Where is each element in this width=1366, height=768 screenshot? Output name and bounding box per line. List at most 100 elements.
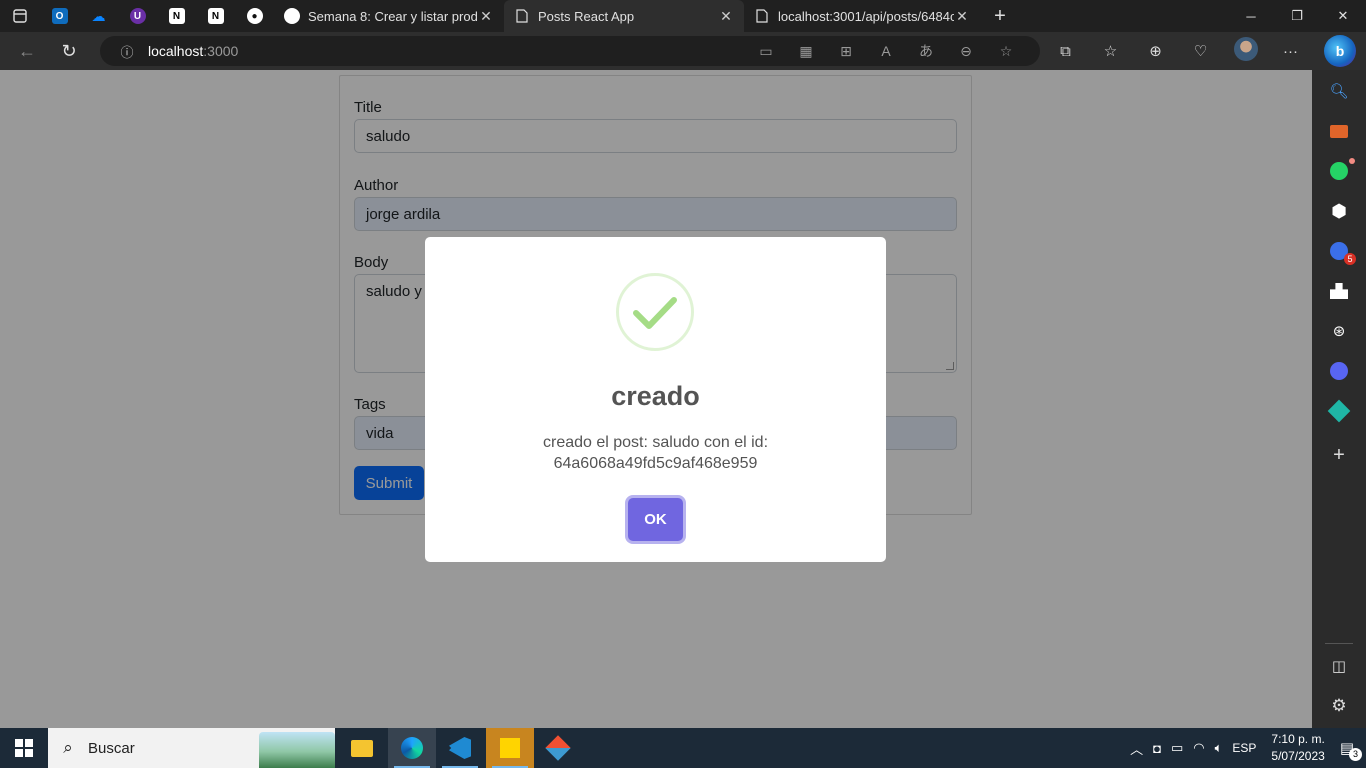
- search-highlight-image: [259, 732, 335, 768]
- windows-taskbar: ⌕ Buscar ︿ ◘ ▭ ◠ 🔈︎ ESP 7:10 p. m. 5/07/…: [0, 728, 1366, 768]
- extension-icon[interactable]: ⊞: [826, 43, 866, 60]
- messenger-icon[interactable]: 5: [1327, 239, 1356, 265]
- u-app-icon: U: [129, 8, 146, 24]
- vscode-app[interactable]: [436, 728, 484, 768]
- apps-icon[interactable]: ▦: [786, 43, 826, 60]
- close-icon[interactable]: ✕: [478, 8, 494, 25]
- system-tray: ︿ ◘ ▭ ◠ 🔈︎ ESP 7:10 p. m. 5/07/2023 ▤ 3: [1125, 728, 1366, 768]
- notification-count: 3: [1349, 748, 1362, 761]
- wifi-icon[interactable]: ◠: [1193, 740, 1204, 756]
- onedrive-icon: ☁: [91, 7, 106, 24]
- unsplash-icon[interactable]: [1327, 279, 1351, 303]
- sticky-notes-icon: [500, 738, 520, 758]
- sticky-notes-app[interactable]: [486, 728, 534, 768]
- pinned-tab-notion-2[interactable]: N: [196, 0, 235, 32]
- read-aloud-icon[interactable]: A: [866, 43, 906, 59]
- clock[interactable]: 7:10 p. m. 5/07/2023: [1271, 731, 1324, 765]
- window-controls: ─ ❐ ✕: [1228, 0, 1366, 32]
- close-icon[interactable]: ✕: [718, 8, 734, 25]
- chatgpt-icon[interactable]: ⊛: [1327, 319, 1351, 343]
- tab-title: Posts React App: [538, 8, 635, 24]
- workspaces-icon[interactable]: [0, 0, 40, 32]
- favorites-icon[interactable]: ☆: [1088, 42, 1133, 60]
- tab-title: Semana 8: Crear y listar producto: [308, 8, 478, 24]
- windows-logo-icon: [15, 739, 33, 757]
- clock-time: 7:10 p. m.: [1271, 732, 1325, 746]
- github-icon: ●: [246, 8, 263, 24]
- search-icon[interactable]: 🔍︎: [1327, 79, 1351, 103]
- volume-icon[interactable]: 🔈︎: [1215, 740, 1223, 756]
- battery-icon[interactable]: ▭: [1171, 740, 1183, 756]
- pinned-tab-github[interactable]: ●: [235, 0, 274, 32]
- edge-sidebar: 🔍︎ ⬢ 5 ⊛ + ◫ ⚙: [1312, 70, 1366, 728]
- more-menu-icon[interactable]: ···: [1268, 43, 1313, 60]
- tab-title: localhost:3001/api/posts/6484ca: [778, 8, 954, 24]
- github-icon: [284, 8, 300, 24]
- notion-icon: N: [207, 8, 224, 24]
- restore-button[interactable]: ❐: [1274, 0, 1320, 32]
- git-app[interactable]: [534, 728, 582, 768]
- translate-icon[interactable]: あ: [906, 41, 946, 61]
- codepen-icon[interactable]: ⬢: [1327, 199, 1351, 223]
- browser-toolbar: ← ↻ ⓘ localhost:3000 ▭ ▦ ⊞ A あ ⊖ ☆ ⧉ ☆ ⊕…: [0, 32, 1366, 70]
- tab-semana8[interactable]: Semana 8: Crear y listar producto ✕: [274, 0, 504, 32]
- new-tab-button[interactable]: +: [980, 0, 1020, 32]
- folder-icon: [351, 739, 373, 757]
- pinned-tab-notion-1[interactable]: N: [157, 0, 196, 32]
- extensions-icon[interactable]: ⧉: [1043, 43, 1088, 60]
- outlook-icon: O: [51, 8, 68, 24]
- vscode-icon: [449, 737, 471, 759]
- page-icon: [754, 8, 770, 24]
- hide-sidebar-icon[interactable]: ◫: [1327, 654, 1351, 678]
- search-text: Buscar: [88, 739, 135, 757]
- close-icon[interactable]: ✕: [954, 8, 970, 25]
- pinned-tab-onedrive[interactable]: ☁: [79, 0, 118, 32]
- collections-icon[interactable]: ⊕: [1133, 42, 1178, 60]
- taskbar-search[interactable]: ⌕ Buscar: [48, 728, 335, 768]
- discord-icon[interactable]: [1327, 359, 1351, 383]
- git-icon: [545, 735, 571, 761]
- favorite-star-icon[interactable]: ☆: [986, 43, 1026, 60]
- kite-icon[interactable]: [1327, 399, 1351, 423]
- tools-icon[interactable]: [1327, 119, 1351, 143]
- toolbar-icons: ⧉ ☆ ⊕ ♡ ···: [1043, 32, 1313, 70]
- add-icon[interactable]: +: [1327, 443, 1351, 467]
- profile-avatar[interactable]: [1223, 37, 1268, 65]
- app-available-icon[interactable]: ▭: [746, 43, 786, 60]
- dialog-message-line2: 64a6068a49fd5c9af468e959: [553, 455, 758, 472]
- file-explorer-app[interactable]: [338, 728, 386, 768]
- start-button[interactable]: [0, 728, 48, 768]
- success-icon: [616, 273, 694, 351]
- notification-center-icon[interactable]: ▤ 3: [1340, 739, 1362, 761]
- settings-icon[interactable]: ⚙: [1327, 694, 1351, 718]
- site-info-icon[interactable]: ⓘ: [112, 42, 142, 61]
- zoom-icon[interactable]: ⊖: [946, 43, 986, 60]
- chevron-up-icon[interactable]: ︿: [1130, 739, 1143, 758]
- address-bar[interactable]: ⓘ localhost:3000 ▭ ▦ ⊞ A あ ⊖ ☆: [100, 36, 1040, 66]
- search-icon: ⌕: [63, 738, 73, 757]
- language-indicator[interactable]: ESP: [1232, 741, 1256, 755]
- clock-date: 5/07/2023: [1271, 749, 1325, 763]
- page-icon: [514, 8, 530, 24]
- tab-posts-react-app[interactable]: Posts React App ✕: [504, 0, 744, 32]
- pinned-tab-u[interactable]: U: [118, 0, 157, 32]
- close-window-button[interactable]: ✕: [1320, 0, 1366, 32]
- tab-api-posts[interactable]: localhost:3001/api/posts/6484ca ✕: [744, 0, 980, 32]
- performance-icon[interactable]: ♡: [1178, 42, 1223, 60]
- notion-icon: N: [168, 8, 185, 24]
- success-dialog: creado creado el post: saludo con el id:…: [425, 237, 886, 562]
- bing-chat-icon[interactable]: b: [1324, 35, 1356, 67]
- edge-app[interactable]: [388, 728, 436, 768]
- back-button[interactable]: ←: [6, 32, 48, 70]
- tab-strip: O ☁ U N N ● Semana 8: Crear y listar pro…: [0, 0, 1366, 32]
- edge-icon: [401, 737, 423, 759]
- dialog-message: creado el post: saludo con el id: 64a606…: [485, 432, 826, 474]
- minimize-button[interactable]: ─: [1228, 0, 1274, 32]
- pinned-tab-outlook[interactable]: O: [40, 0, 79, 32]
- whatsapp-icon[interactable]: [1327, 158, 1355, 183]
- webcam-icon[interactable]: ◘: [1153, 741, 1161, 756]
- ok-button[interactable]: OK: [628, 498, 683, 541]
- refresh-button[interactable]: ↻: [48, 32, 90, 70]
- sidebar-divider: [1325, 643, 1353, 644]
- dialog-message-line1: creado el post: saludo con el id:: [542, 434, 769, 451]
